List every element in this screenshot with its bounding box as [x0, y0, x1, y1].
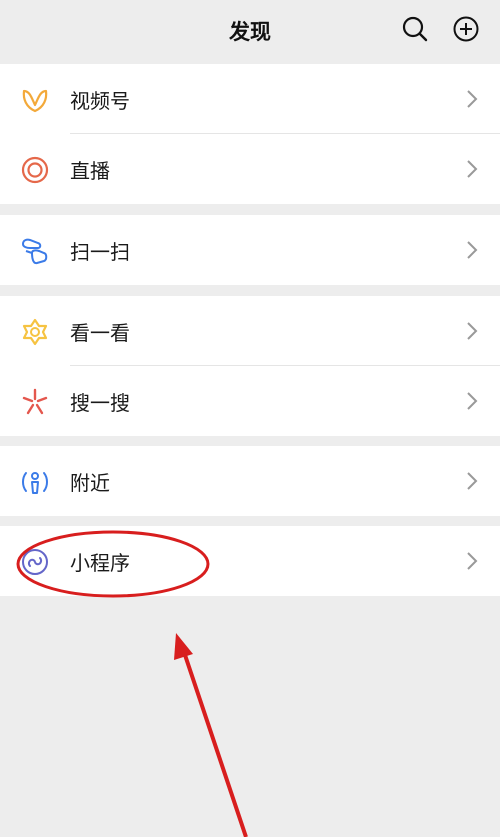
pointer-arrow-shaft — [182, 651, 248, 837]
menu-item-channels[interactable]: 视频号 — [0, 64, 500, 134]
chevron-right-icon — [467, 392, 478, 410]
chevron-right-icon — [467, 472, 478, 490]
mini-program-icon — [22, 549, 48, 575]
menu-item-label: 看一看 — [70, 321, 130, 345]
nearby-icon — [22, 472, 48, 494]
chevron-right-icon — [467, 322, 478, 340]
chevron-right-icon — [467, 552, 478, 570]
menu-item-nearby[interactable]: 附近 — [0, 446, 500, 516]
menu-item-top-stories[interactable]: 看一看 — [0, 296, 500, 366]
menu-item-scan[interactable]: 扫一扫 — [0, 215, 500, 285]
live-icon — [21, 156, 49, 184]
menu-item-label: 扫一扫 — [70, 240, 130, 264]
search-icon[interactable] — [400, 14, 430, 44]
pointer-arrow-head — [174, 633, 193, 660]
menu-item-label: 小程序 — [70, 551, 130, 575]
menu-group-media: 视频号 直播 — [0, 64, 500, 204]
menu-item-live[interactable]: 直播 — [0, 134, 500, 204]
menu-item-mini-programs[interactable]: 小程序 — [0, 526, 500, 596]
menu-group-mini-programs: 小程序 — [0, 526, 500, 596]
chevron-right-icon — [467, 160, 478, 178]
chevron-right-icon — [467, 241, 478, 259]
menu-item-label: 搜一搜 — [70, 391, 130, 415]
scan-icon — [21, 238, 48, 265]
channels-icon — [22, 89, 48, 113]
plus-circle-icon[interactable] — [451, 14, 481, 44]
chevron-right-icon — [467, 90, 478, 108]
top-stories-icon — [22, 318, 48, 346]
top-bar: 发现 — [0, 0, 500, 64]
search-spark-icon — [22, 388, 48, 415]
menu-item-search[interactable]: 搜一搜 — [0, 366, 500, 436]
menu-item-label: 直播 — [70, 159, 110, 183]
menu-group-discover: 看一看 搜一搜 — [0, 296, 500, 436]
menu-group-nearby: 附近 — [0, 446, 500, 516]
menu-item-label: 附近 — [70, 471, 110, 495]
menu-item-label: 视频号 — [70, 89, 130, 113]
menu-group-scan: 扫一扫 — [0, 215, 500, 285]
